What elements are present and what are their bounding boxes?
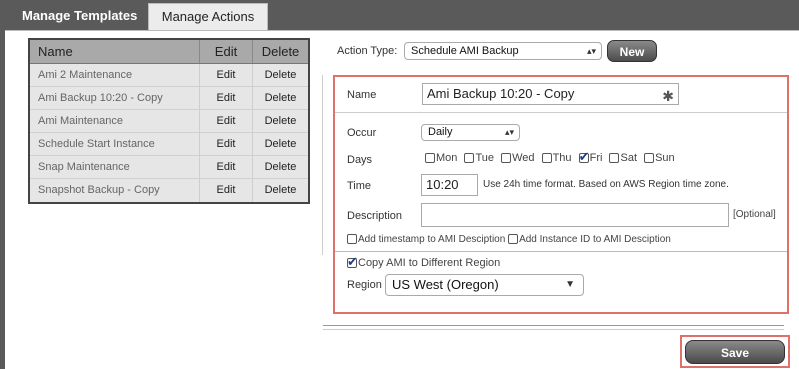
tab-manage-actions[interactable]: Manage Actions (148, 3, 268, 30)
table-row: Schedule Start Instance Edit Delete (30, 133, 308, 156)
add-timestamp-option[interactable]: Add timestamp to AMI Desciption (347, 234, 505, 245)
action-type-select[interactable]: Schedule AMI Backup ▴▾ (404, 42, 602, 60)
name-label: Name (347, 89, 377, 101)
checkbox[interactable] (501, 153, 512, 164)
checkbox[interactable] (508, 234, 519, 245)
day-sun[interactable]: Sun (644, 152, 675, 164)
form-divider (335, 112, 787, 113)
occur-select[interactable]: Daily ▴▾ (421, 124, 520, 141)
occur-label: Occur (347, 127, 377, 139)
add-timestamp-label: Add timestamp to AMI Desciption (358, 234, 506, 245)
left-edge-bar (0, 30, 5, 369)
day-label: Thu (552, 152, 572, 164)
days-label: Days (347, 154, 373, 166)
row-name: Ami 2 Maintenance (30, 64, 200, 86)
occur-value: Daily (428, 126, 453, 138)
day-thu[interactable]: Thu (541, 152, 572, 164)
table-row: Ami Backup 10:20 - Copy Edit Delete (30, 87, 308, 110)
row-name: Ami Backup 10:20 - Copy (30, 87, 200, 109)
edit-link[interactable]: Edit (200, 179, 253, 202)
add-instance-label: Add Instance ID to AMI Desciption (519, 234, 671, 245)
actions-table: Name Edit Delete Ami 2 Maintenance Edit … (28, 38, 310, 204)
edit-link[interactable]: Edit (200, 87, 253, 109)
delete-link[interactable]: Delete (253, 156, 308, 178)
content-divider (5, 30, 799, 31)
description-options: Add timestamp to AMI Desciption Add Inst… (347, 234, 671, 245)
add-instance-option[interactable]: Add Instance ID to AMI Desciption (508, 234, 671, 245)
delete-link[interactable]: Delete (253, 179, 308, 202)
day-label: Mon (436, 152, 458, 164)
new-button[interactable]: New (607, 40, 657, 62)
table-row: Snapshot Backup - Copy Edit Delete (30, 179, 308, 202)
select-arrows-icon: ▴▾ (504, 127, 514, 137)
day-sat[interactable]: Sat (609, 152, 637, 164)
tab-manage-templates[interactable]: Manage Templates (10, 3, 140, 30)
region-label: Region (347, 279, 382, 291)
checkbox-checked[interactable] (578, 149, 589, 165)
action-type-label: Action Type: (337, 45, 398, 57)
copy-region-option[interactable]: Copy AMI to Different Region (347, 254, 501, 270)
edit-link[interactable]: Edit (200, 110, 253, 132)
top-tab-bar: Manage Templates Manage Actions (0, 0, 799, 30)
day-wed[interactable]: Wed (501, 152, 535, 164)
days-checkboxes: Mon Tue Wed Thu Fri Sat Sun (425, 149, 679, 165)
checkbox[interactable] (644, 153, 655, 164)
checkbox[interactable] (425, 153, 435, 164)
region-select[interactable]: US West (Oregon) ▼ (385, 274, 584, 296)
checkbox[interactable] (347, 234, 357, 245)
header-delete: Delete (261, 44, 300, 59)
day-label: Sun (655, 152, 675, 164)
table-row: Ami Maintenance Edit Delete (30, 110, 308, 133)
checkbox[interactable] (609, 153, 620, 164)
time-label: Time (347, 180, 372, 192)
form-left-rule (322, 75, 323, 255)
optional-note: [Optional] (733, 209, 776, 220)
name-value: Ami Backup 10:20 - Copy (427, 86, 575, 101)
region-value: US West (Oregon) (392, 277, 499, 292)
row-name: Schedule Start Instance (30, 133, 200, 155)
delete-link[interactable]: Delete (253, 64, 308, 86)
delete-link[interactable]: Delete (253, 87, 308, 109)
row-name: Ami Maintenance (30, 110, 200, 132)
footer-divider (323, 325, 784, 326)
form-divider (335, 251, 787, 252)
row-name: Snapshot Backup - Copy (30, 179, 200, 202)
day-mon[interactable]: Mon (425, 152, 457, 164)
checkbox[interactable] (464, 153, 475, 164)
table-row: Ami 2 Maintenance Edit Delete (30, 64, 308, 87)
description-input[interactable] (421, 203, 729, 227)
copy-region-label: Copy AMI to Different Region (358, 257, 501, 269)
chevron-down-icon: ▼ (565, 279, 575, 290)
delete-link[interactable]: Delete (253, 133, 308, 155)
checkbox-checked[interactable] (347, 254, 358, 270)
time-hint: Use 24h time format. Based on AWS Region… (483, 179, 729, 190)
checkbox[interactable] (541, 153, 552, 164)
day-label: Fri (589, 152, 603, 164)
edit-link[interactable]: Edit (200, 133, 253, 155)
table-header: Name Edit Delete (30, 40, 308, 64)
time-input[interactable]: 10:20 (421, 174, 478, 196)
time-value: 10:20 (426, 177, 459, 192)
day-tue[interactable]: Tue (464, 152, 494, 164)
save-button[interactable]: Save (685, 340, 785, 364)
row-name: Snap Maintenance (30, 156, 200, 178)
header-name: Name (30, 40, 200, 63)
day-label: Wed (512, 152, 535, 164)
name-input[interactable]: Ami Backup 10:20 - Copy ✱ (422, 83, 679, 105)
description-label: Description (347, 210, 403, 222)
select-arrows-icon: ▴▾ (586, 46, 596, 56)
delete-link[interactable]: Delete (253, 110, 308, 132)
header-edit: Edit (200, 40, 253, 63)
day-fri[interactable]: Fri (578, 149, 603, 165)
action-type-value: Schedule AMI Backup (411, 45, 519, 57)
day-label: Sat (620, 152, 637, 164)
edit-link[interactable]: Edit (200, 156, 253, 178)
table-row: Snap Maintenance Edit Delete (30, 156, 308, 179)
footer-divider (323, 329, 784, 330)
day-label: Tue (475, 152, 495, 164)
wand-icon[interactable]: ✱ (662, 86, 674, 106)
edit-link[interactable]: Edit (200, 64, 253, 86)
